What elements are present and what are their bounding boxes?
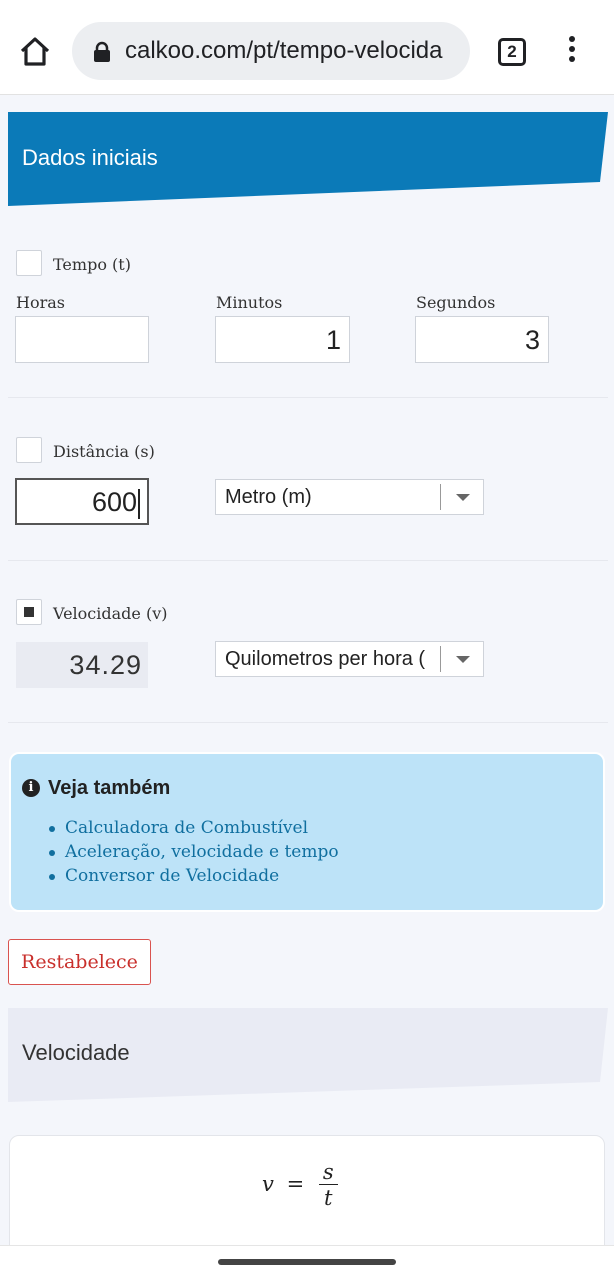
reset-button[interactable]: Restabelece	[8, 939, 151, 985]
chevron-down-icon	[456, 656, 470, 663]
tab-switcher-button[interactable]: 2	[498, 38, 526, 66]
velocidade-unit-select[interactable]: Quilometros per hora (	[215, 641, 484, 677]
velocidade-unit-value: Quilometros per hora (	[225, 648, 426, 670]
browser-toolbar: calkoo.com/pt/tempo-velocida 2	[0, 0, 614, 95]
select-divider	[440, 484, 441, 510]
section-title: Dados iniciais	[22, 145, 158, 170]
url-text: calkoo.com/pt/tempo-velocida	[125, 37, 443, 64]
see-also-link[interactable]: Calculadora de Combustível	[49, 816, 339, 840]
home-gesture-handle[interactable]	[218, 1259, 396, 1265]
see-also-link[interactable]: Aceleração, velocidade e tempo	[49, 840, 339, 864]
chevron-down-icon	[456, 494, 470, 501]
horas-input[interactable]	[15, 316, 149, 363]
tempo-label: Tempo (t)	[53, 255, 131, 274]
divider	[8, 560, 608, 561]
distancia-unit-value: Metro (m)	[225, 486, 312, 508]
distancia-input[interactable]: 600	[15, 478, 149, 525]
velocidade-label: Velocidade (v)	[53, 604, 168, 623]
distancia-value: 600	[91, 487, 137, 517]
segundos-label: Segundos	[416, 293, 496, 312]
home-icon[interactable]	[18, 34, 52, 68]
select-divider	[440, 646, 441, 672]
more-vert-icon[interactable]	[560, 36, 584, 66]
distancia-label: Distância (s)	[53, 442, 155, 461]
info-icon: i	[22, 779, 40, 797]
formula-lhs: v	[262, 1172, 274, 1196]
velocidade-result: 34.29	[16, 642, 148, 688]
tempo-checkbox[interactable]	[16, 250, 42, 276]
distancia-checkbox[interactable]	[16, 437, 42, 463]
minutos-label: Minutos	[216, 293, 283, 312]
formula-equals: =	[286, 1172, 305, 1196]
text-caret	[138, 488, 140, 519]
see-also-title: Veja também	[48, 777, 171, 799]
divider	[8, 397, 608, 398]
formula-denominator: t	[324, 1186, 333, 1210]
see-also-link[interactable]: Conversor de Velocidade	[49, 864, 339, 888]
velocidade-checkbox[interactable]	[16, 599, 42, 625]
minutos-input[interactable]: 1	[215, 316, 350, 363]
see-also-list: Calculadora de Combustível Aceleração, v…	[49, 816, 339, 888]
divider	[8, 722, 608, 723]
distancia-unit-select[interactable]: Metro (m)	[215, 479, 484, 515]
horas-label: Horas	[16, 293, 65, 312]
formula: v = s t	[262, 1160, 338, 1211]
result-title: Velocidade	[22, 1040, 130, 1065]
see-also-box: i Veja também Calculadora de Combustível…	[9, 752, 605, 912]
address-bar[interactable]: calkoo.com/pt/tempo-velocida	[72, 22, 470, 80]
lock-icon	[94, 41, 110, 62]
formula-numerator: s	[318, 1160, 338, 1185]
segundos-input[interactable]: 3	[415, 316, 549, 363]
formula-fraction: s t	[318, 1160, 338, 1211]
gesture-nav-bar	[0, 1245, 614, 1281]
